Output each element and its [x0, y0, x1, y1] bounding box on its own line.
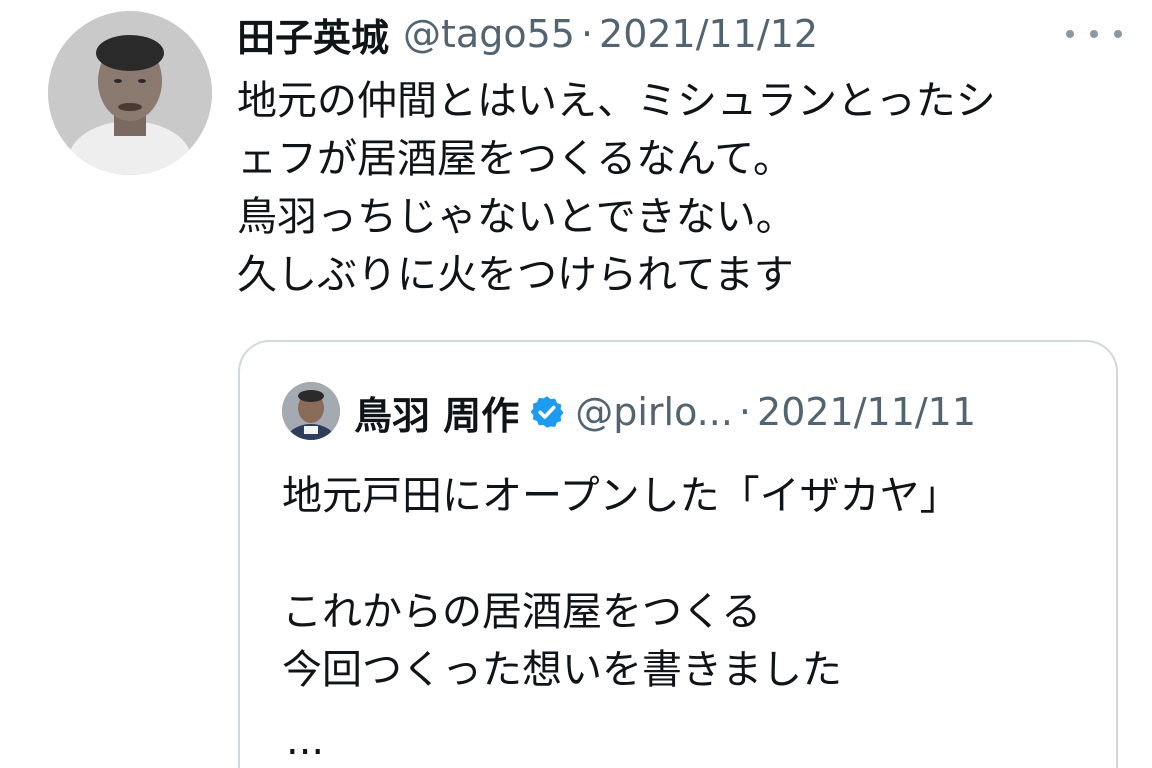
more-horizontal-icon — [1114, 30, 1122, 38]
quote-header: 鳥羽 周作 @pirlo... · 2021/11/11 — [354, 384, 976, 440]
quote-author-avatar[interactable] — [282, 382, 340, 440]
more-horizontal-icon — [1090, 30, 1098, 38]
quote-text-line: 今回つくった想いを書きました — [282, 647, 842, 693]
author-avatar-photo — [48, 11, 212, 175]
quote-text: 地元戸田にオープンした「イザカヤ」 これからの居酒屋をつくる 今回つくった想いを… — [282, 467, 1102, 699]
tweet-text-line: ェフが居酒屋をつくるなんて。 — [237, 136, 793, 182]
quote-author-handle[interactable]: @pirlo... — [575, 390, 733, 434]
tweet-header: 田子英城 @tago55 · 2021/11/12 — [237, 6, 818, 62]
quote-text-line — [282, 525, 1102, 583]
quote-avatar-photo — [282, 382, 340, 440]
quote-tweet-card[interactable]: 鳥羽 周作 @pirlo... · 2021/11/11 地元戸田にオープンした… — [238, 340, 1118, 768]
verified-badge-icon — [530, 396, 564, 428]
author-name[interactable]: 田子英城 — [237, 7, 389, 62]
tweet: 田子英城 @tago55 · 2021/11/12 地元の仲間とはいえ、ミシュラ… — [0, 0, 1152, 768]
quote-truncation-ellipsis: ... — [286, 718, 325, 764]
quote-date[interactable]: 2021/11/11 — [757, 390, 976, 434]
separator-dot: · — [580, 12, 594, 56]
separator-dot: · — [738, 390, 752, 434]
tweet-text-line: 久しぶりに火をつけられてます — [237, 252, 794, 298]
tweet-text: 地元の仲間とはいえ、ミシュランとったシ ェフが居酒屋をつくるなんて。 鳥羽っちじ… — [237, 72, 1097, 304]
more-options-button[interactable] — [1066, 16, 1122, 52]
more-horizontal-icon — [1066, 30, 1074, 38]
quote-text-line: これからの居酒屋をつくる — [282, 589, 762, 635]
tweet-text-line: 鳥羽っちじゃないとできない。 — [237, 194, 796, 240]
author-avatar[interactable] — [48, 11, 212, 175]
quote-author-name[interactable]: 鳥羽 周作 — [354, 385, 519, 440]
tweet-date[interactable]: 2021/11/12 — [599, 12, 818, 56]
author-handle[interactable]: @tago55 — [403, 12, 575, 56]
tweet-text-line: 地元の仲間とはいえ、ミシュランとったシ — [237, 78, 996, 124]
quote-text-line: 地元戸田にオープンした「イザカヤ」 — [282, 473, 960, 519]
